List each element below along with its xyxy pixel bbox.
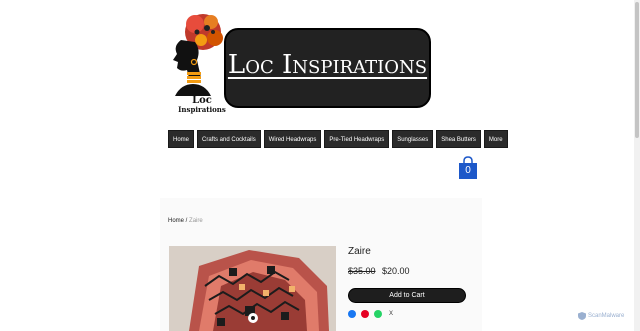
breadcrumb-current: Zaire <box>189 218 203 224</box>
nav-item-home[interactable]: Home <box>168 130 195 148</box>
share-bar: X <box>348 310 395 318</box>
site-title: Loc Inspirations <box>227 50 428 80</box>
main-nav: Home Crafts and Cocktails Wired Headwrap… <box>168 130 508 148</box>
logo-line-2: Inspirations <box>178 105 226 114</box>
facebook-icon[interactable] <box>348 310 356 318</box>
product-title: Zaire <box>348 246 371 257</box>
nav-item-pre-tied-headwraps[interactable]: Pre-Tied Headwraps <box>324 130 390 148</box>
scanmalware-label: ScanMalware <box>588 313 625 319</box>
breadcrumb-home[interactable]: Home <box>168 218 184 224</box>
nav-item-shea-butters[interactable]: Shea Butters <box>436 130 481 148</box>
x-icon[interactable]: X <box>387 310 395 318</box>
pinterest-icon[interactable] <box>361 310 369 318</box>
nav-item-more[interactable]: More <box>483 130 508 148</box>
add-to-cart-button[interactable]: Add to Cart <box>348 288 466 303</box>
whatsapp-icon[interactable] <box>374 310 382 318</box>
logo-wordmark: Loc Inspirations <box>176 95 228 115</box>
product-sale-price: $20.00 <box>382 266 410 276</box>
cart-button[interactable]: 0 <box>458 156 478 180</box>
cart-count: 0 <box>465 165 471 176</box>
nav-item-wired-headwraps[interactable]: Wired Headwraps <box>263 130 322 148</box>
product-original-price: $35.00 <box>348 266 376 276</box>
product-image[interactable] <box>169 246 336 331</box>
scrollbar-thumb[interactable] <box>635 2 639 138</box>
nav-item-sunglasses[interactable]: Sunglasses <box>392 130 434 148</box>
shield-icon <box>578 312 586 320</box>
nav-item-crafts-and-cocktails[interactable]: Crafts and Cocktails <box>197 130 261 148</box>
breadcrumb: Home / Zaire <box>168 218 203 224</box>
header-banner[interactable]: Loc Inspirations <box>224 28 431 108</box>
logo-line-1: Loc <box>192 95 212 106</box>
scanmalware-badge[interactable]: ScanMalware <box>578 312 624 320</box>
vertical-scrollbar[interactable] <box>634 0 640 331</box>
